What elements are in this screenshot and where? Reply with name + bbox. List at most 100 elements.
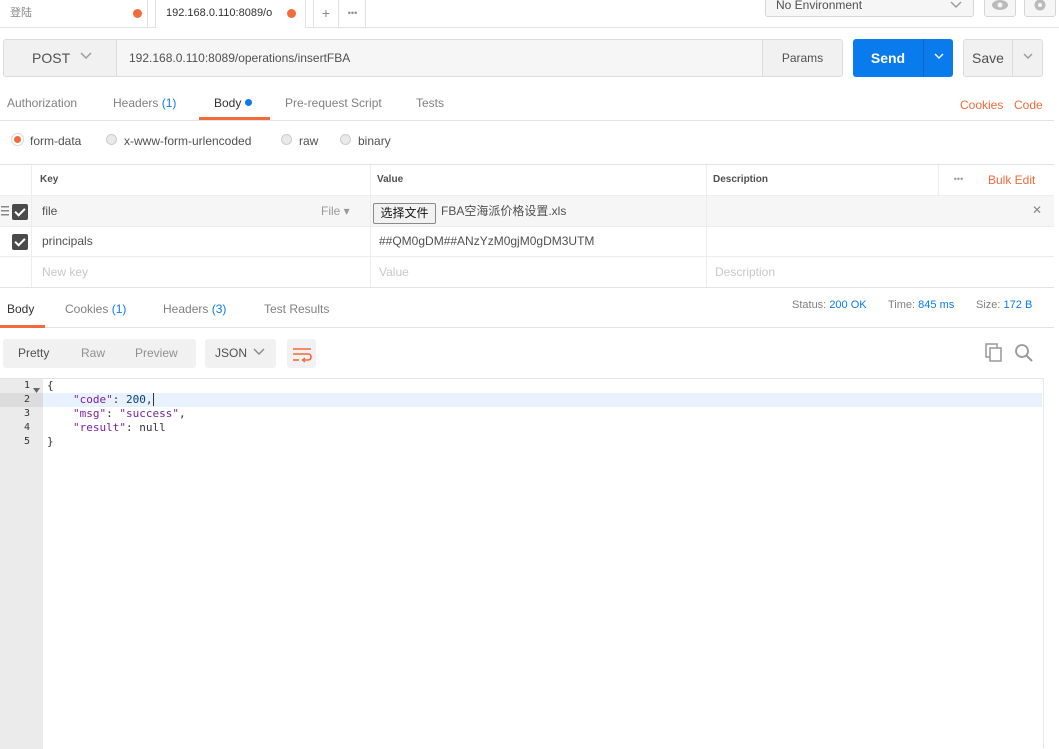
new-value-input[interactable]: Value	[370, 257, 706, 287]
choose-file-button[interactable]: 选择文件	[373, 203, 436, 224]
radio-label: x-www-form-urlencoded	[124, 134, 252, 148]
placeholder-text: New key	[42, 265, 89, 279]
json-value: "success"	[119, 407, 179, 420]
size-value: 172 B	[1003, 299, 1033, 311]
method-value: POST	[32, 50, 71, 66]
response-body-editor[interactable]: 1 2 3 4 5 { "code": 200, "msg": "success…	[0, 378, 1044, 749]
send-button[interactable]: Send	[853, 39, 923, 77]
json-value: null	[139, 421, 166, 434]
radio-dot-icon	[281, 134, 292, 145]
headers-count: (3)	[211, 302, 227, 316]
line-number: 3	[23, 408, 30, 419]
new-key-input[interactable]: New key	[31, 257, 370, 287]
response-tab-test-results[interactable]: Test Results	[264, 294, 329, 326]
response-tab-headers[interactable]: Headers (3)	[163, 294, 226, 326]
value-cell: 选择文件 FBA空海派价格设置.xls	[370, 196, 706, 226]
view-mode-group: Pretty Raw Preview	[3, 339, 196, 368]
view-preview-button[interactable]: Preview	[135, 339, 178, 368]
code-line: {	[47, 379, 54, 392]
json-comma: ,	[145, 393, 153, 406]
bulk-edit-button[interactable]: Bulk Edit	[978, 165, 1054, 195]
row-enabled-checkbox[interactable]	[12, 234, 28, 250]
body-indicator-dot-icon	[245, 99, 253, 106]
response-time: Time: 845 ms	[888, 299, 954, 311]
format-select[interactable]: JSON	[205, 339, 276, 368]
gear-icon	[1031, 0, 1049, 14]
search-icon[interactable]	[1014, 343, 1034, 366]
request-tab-active[interactable]: 192.168.0.110:8089/o	[155, 0, 306, 28]
row-enabled-checkbox[interactable]	[12, 204, 28, 220]
cookies-count: (1)	[111, 302, 127, 316]
request-tab-login[interactable]: 登陆	[0, 0, 148, 28]
tab-body[interactable]: Body	[199, 88, 270, 120]
response-status-bar: Status: 200 OK	[792, 299, 867, 311]
code-line: }	[47, 435, 54, 448]
manage-environments-button[interactable]	[1024, 0, 1056, 17]
code-link[interactable]: Code	[1014, 90, 1043, 122]
send-options-button[interactable]	[923, 39, 953, 77]
json-colon: :	[125, 421, 140, 434]
view-raw-button[interactable]: Raw	[81, 339, 105, 368]
chevron-down-icon	[253, 339, 265, 368]
time-value: 845 ms	[918, 299, 955, 311]
wrap-lines-button[interactable]	[287, 339, 316, 368]
environment-quick-look-button[interactable]	[984, 0, 1016, 17]
method-select[interactable]: POST	[3, 39, 117, 77]
json-colon: :	[112, 393, 126, 406]
json-key: "msg"	[73, 407, 107, 420]
description-cell[interactable]	[706, 196, 1054, 226]
more-tabs-button[interactable]: •••	[340, 0, 366, 28]
environment-selected: No Environment	[776, 0, 863, 12]
fold-arrow-icon[interactable]	[33, 383, 40, 397]
key-type-select[interactable]: File ▾	[321, 196, 350, 226]
new-description-input[interactable]: Description	[706, 257, 1054, 287]
url-input[interactable]: 192.168.0.110:8089/operations/insertFBA	[117, 39, 763, 77]
response-tab-cookies[interactable]: Cookies (1)	[65, 294, 126, 326]
table-options-button[interactable]: •••	[938, 165, 978, 195]
add-tab-button[interactable]: +	[313, 0, 339, 28]
status-label: Status:	[792, 299, 827, 311]
value-cell[interactable]: ##QM0gDM##ANzYzM0gjM0gDM3UTM	[370, 227, 706, 256]
params-button[interactable]: Params	[762, 39, 843, 77]
radio-label: raw	[299, 134, 319, 148]
size-label: Size:	[976, 299, 1001, 311]
key-cell[interactable]: file File ▾	[31, 196, 370, 226]
chevron-down-icon	[80, 40, 92, 76]
chevron-down-icon	[934, 52, 944, 63]
unsaved-dot-icon	[133, 9, 142, 18]
code-line: "msg": "success",	[47, 407, 186, 421]
save-options-button[interactable]	[1012, 39, 1043, 77]
active-line-highlight	[43, 393, 1042, 407]
tab-label: Headers	[113, 96, 159, 110]
drag-handle-icon[interactable]	[1, 205, 9, 217]
json-key: "code"	[73, 393, 113, 406]
remove-row-icon[interactable]: ✕	[1032, 203, 1042, 217]
code-line: "result": null	[47, 421, 166, 435]
key-value: file	[42, 204, 58, 218]
tab-pre-request-script[interactable]: Pre-request Script	[285, 88, 382, 120]
value-text: ##QM0gDM##ANzYzM0gjM0gDM3UTM	[379, 234, 595, 248]
environment-select[interactable]: No Environment	[765, 0, 974, 17]
tab-headers[interactable]: Headers (1)	[113, 88, 176, 120]
chevron-down-icon	[949, 0, 963, 17]
wrap-lines-icon	[291, 345, 313, 374]
tab-label: Headers	[163, 302, 209, 316]
key-cell[interactable]: principals	[31, 227, 370, 256]
line-number-gutter: 1 2 3 4 5	[0, 379, 43, 749]
response-tab-body[interactable]: Body	[0, 294, 45, 328]
tab-authorization[interactable]: Authorization	[7, 88, 77, 120]
description-cell[interactable]	[706, 227, 1054, 256]
view-pretty-button[interactable]: Pretty	[18, 339, 49, 368]
response-size: Size: 172 B	[976, 299, 1032, 311]
cookies-link[interactable]: Cookies	[960, 90, 1003, 122]
radio-dot-icon	[12, 134, 23, 145]
line-number: 5	[23, 436, 30, 447]
save-button[interactable]: Save	[963, 39, 1013, 77]
request-tab-title: 登陆	[10, 7, 32, 19]
tab-tests[interactable]: Tests	[416, 88, 444, 120]
copy-icon[interactable]	[985, 343, 1003, 366]
table-row: principals ##QM0gDM##ANzYzM0gjM0gDM3UTM	[0, 227, 1054, 257]
request-tabs: Authorization Headers (1) Body Pre-reque…	[0, 88, 1054, 121]
table-row-new: New key Value Description	[0, 257, 1054, 288]
radio-dot-icon	[340, 134, 351, 145]
